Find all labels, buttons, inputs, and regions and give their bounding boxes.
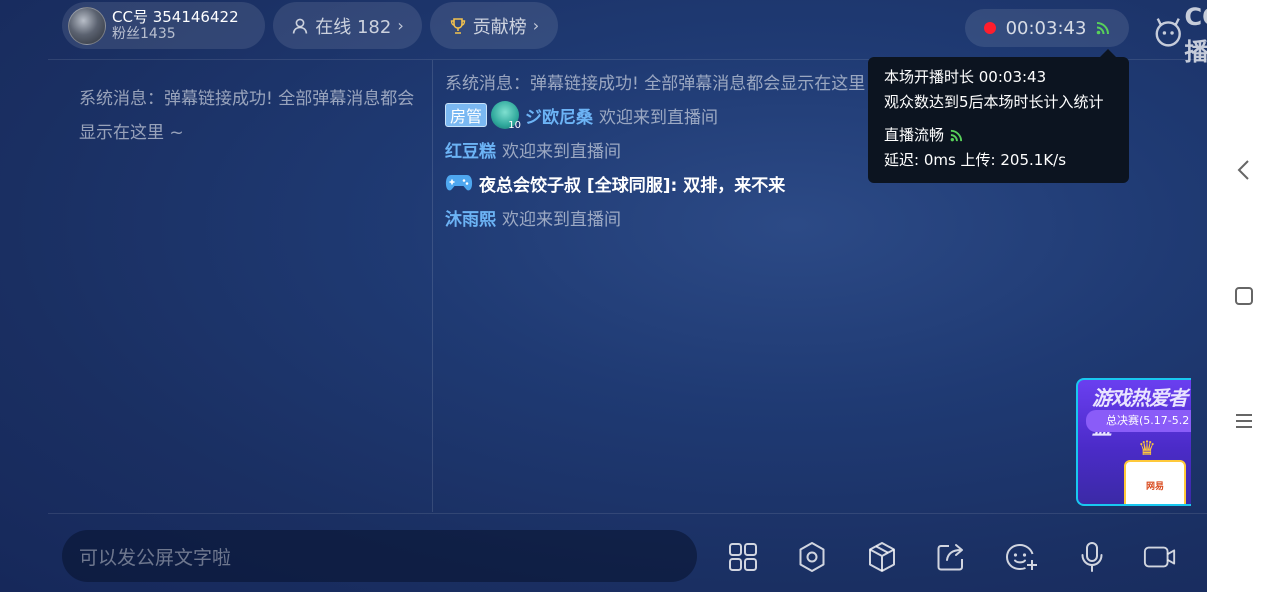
anchor-fans-count: 粉丝1435 (112, 26, 176, 43)
anchor-info-pill[interactable]: CC号 354146422 粉丝1435 (62, 2, 265, 49)
user-icon (292, 18, 308, 34)
promo-card: 网易 (1124, 460, 1186, 504)
tooltip-stream-status: 直播流畅 (884, 123, 1113, 148)
cube-icon (869, 542, 895, 572)
crown-icon: ♛ (1138, 436, 1156, 460)
bottom-divider (48, 513, 1207, 514)
chat-username[interactable]: 沐雨熙 (445, 205, 496, 230)
danmaku-chat-list[interactable]: 系统消息：弹幕链接成功! 全部弹幕消息都会显示在这里 ~ 房管 10 ジ欧尼桑 … (445, 64, 885, 234)
anchor-cc-id: CC号 354146422 (112, 7, 239, 26)
list-item[interactable]: 沐雨熙 欢迎来到直播间 (445, 200, 885, 234)
microphone-icon (1081, 542, 1103, 572)
chat-system-message: 系统消息：弹幕链接成功! 全部弹幕消息都会显示在这里 ~ (445, 73, 885, 94)
tooltip-latency-upload: 延迟: 0ms 上传: 205.1K/s (884, 151, 1067, 169)
level-number: 10 (508, 120, 522, 131)
contribution-rank-button[interactable]: 贡献榜 › (430, 2, 558, 49)
cc-mascot-icon (1155, 18, 1181, 47)
recents-button[interactable] (1229, 406, 1259, 436)
camera-button[interactable] (1143, 540, 1177, 574)
chat-text: 欢迎来到直播间 (502, 141, 621, 162)
recording-dot-icon (983, 22, 996, 34)
home-button[interactable] (1229, 281, 1259, 311)
promo-card-logo: 网易 (1145, 481, 1164, 492)
event-promo-banner[interactable]: 游戏热爱者盛 总决赛(5.17-5.2 ♛ 网易 (1076, 378, 1191, 506)
grid-menu-button[interactable] (726, 540, 760, 574)
settings-button[interactable] (795, 540, 829, 574)
promo-subtitle: 总决赛(5.17-5.2 (1086, 410, 1191, 432)
level-badge-icon: 10 (491, 101, 522, 131)
microphone-button[interactable] (1075, 540, 1109, 574)
3d-box-button[interactable] (865, 540, 899, 574)
chat-username[interactable]: 红豆糕 (445, 137, 496, 162)
signal-icon (950, 129, 963, 142)
online-count-label: 在线 182 (315, 16, 392, 38)
admin-badge: 房管 (445, 103, 488, 127)
list-item[interactable]: 房管 10 ジ欧尼桑 欢迎来到直播间 (445, 98, 885, 132)
square-icon (1235, 287, 1253, 305)
emoji-add-icon (1005, 544, 1037, 571)
share-button[interactable] (934, 540, 968, 574)
signal-icon (1097, 22, 1110, 35)
left-system-message: 系统消息：弹幕链接成功! 全部弹幕消息都会显示在这里 ~ (79, 89, 415, 143)
chevron-right-icon: › (397, 16, 404, 35)
gear-icon (799, 542, 825, 572)
live-room-stage: CC号 354146422 粉丝1435 在线 182 › 贡献榜 › 00:0… (0, 0, 1244, 592)
chat-username[interactable]: 夜总会饺子叔 [全球同服]: (479, 171, 677, 196)
live-stats-tooltip: 本场开播时长 00:03:43 观众数达到5后本场时长计入统计 直播流畅 延迟:… (868, 49, 1129, 183)
trophy-icon (450, 17, 465, 34)
back-button[interactable] (1229, 155, 1259, 185)
panel-divider (432, 60, 433, 512)
chat-input-placeholder: 可以发公屏文字啦 (79, 546, 232, 569)
list-item[interactable]: 红豆糕 欢迎来到直播间 (445, 132, 885, 166)
tooltip-audience-note: 观众数达到5后本场时长计入统计 (884, 93, 1104, 111)
avatar[interactable] (68, 6, 106, 45)
emoji-button[interactable] (1004, 540, 1038, 574)
video-camera-icon (1143, 546, 1176, 568)
grid-icon (729, 543, 757, 571)
live-timer[interactable]: 00:03:43 (965, 9, 1129, 47)
chevron-left-icon (1237, 160, 1249, 180)
tooltip-duration: 本场开播时长 00:03:43 (884, 68, 1047, 86)
anchor-text: CC号 354146422 粉丝1435 (112, 7, 239, 43)
chat-text: 欢迎来到直播间 (599, 107, 719, 128)
chevron-right-icon: › (532, 16, 540, 35)
chat-username[interactable]: ジ欧尼桑 (525, 103, 593, 128)
online-count-button[interactable]: 在线 182 › (273, 2, 422, 49)
chat-input[interactable]: 可以发公屏文字啦 (62, 530, 697, 582)
menu-icon (1236, 414, 1252, 428)
share-icon (937, 544, 963, 571)
chat-text: 欢迎来到直播间 (502, 209, 621, 230)
system-navigation-bar (1207, 0, 1280, 592)
stream-status-label: 直播流畅 (884, 126, 945, 144)
list-item[interactable]: 夜总会饺子叔 [全球同服]: 双排，来不来 (445, 166, 885, 200)
live-elapsed-time: 00:03:43 (1005, 17, 1087, 39)
contribution-rank-label: 贡献榜 (472, 16, 527, 38)
chat-text: 双排，来不来 (683, 175, 786, 196)
gamepad-icon (445, 175, 473, 191)
